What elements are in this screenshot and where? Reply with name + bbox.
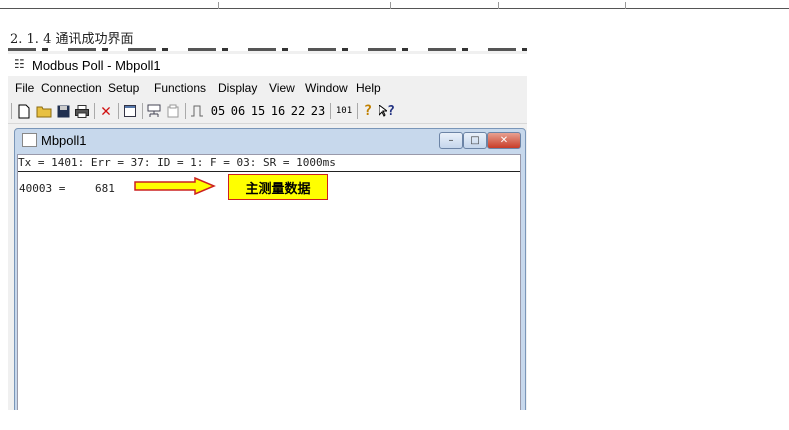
connect-icon[interactable]: [146, 101, 162, 121]
register-address: 40003 =: [19, 182, 66, 195]
maximize-button[interactable]: □: [463, 132, 487, 149]
toolbar-separator: [357, 103, 358, 119]
open-folder-icon[interactable]: [35, 101, 53, 121]
mdi-title: Mbpoll1: [41, 133, 87, 148]
menu-window[interactable]: Window: [305, 81, 348, 95]
modbus-app-icon: ☷: [14, 57, 25, 71]
toolbar-separator: [11, 103, 12, 119]
minimize-button[interactable]: –: [439, 132, 463, 149]
toolbar-separator: [94, 103, 95, 119]
delete-icon[interactable]: ✕: [98, 101, 114, 121]
register-value[interactable]: 681: [95, 182, 115, 195]
window-icon[interactable]: [122, 101, 138, 121]
menu-help[interactable]: Help: [356, 81, 381, 95]
menu-display[interactable]: Display: [218, 81, 257, 95]
function-06-button[interactable]: 06: [229, 101, 247, 121]
disconnect-icon[interactable]: [165, 101, 181, 121]
function-15-button[interactable]: 15: [249, 101, 267, 121]
pulse-icon[interactable]: [189, 101, 205, 121]
context-help-icon[interactable]: ?: [378, 101, 396, 121]
save-icon[interactable]: [55, 101, 71, 121]
mdi-title-bar: Mbpoll1 – □ ✕: [15, 129, 525, 151]
menu-view[interactable]: View: [269, 81, 295, 95]
annotation-label: 主测量数据: [228, 174, 328, 200]
document-icon: [22, 133, 37, 147]
toolbar-separator: [118, 103, 119, 119]
print-icon[interactable]: [74, 101, 90, 121]
menu-bar: File Connection Setup Functions Display …: [8, 78, 527, 98]
menu-connection[interactable]: Connection: [41, 81, 102, 95]
function-16-button[interactable]: 16: [269, 101, 287, 121]
help-icon[interactable]: ?: [360, 101, 376, 121]
menu-functions[interactable]: Functions: [154, 81, 206, 95]
toolbar-separator: [142, 103, 143, 119]
cropped-edge: [8, 48, 527, 51]
toolbar-separator: [185, 103, 186, 119]
menu-setup[interactable]: Setup: [108, 81, 139, 95]
modbus-poll-screenshot: ☷ Modbus Poll - Mbpoll1 File Connection …: [8, 48, 527, 410]
page-top-rule: [0, 2, 789, 9]
status-line: Tx = 1401: Err = 37: ID = 1: F = 03: SR …: [18, 156, 336, 169]
register-101-button[interactable]: 101: [334, 101, 354, 121]
arrow-icon: [134, 177, 216, 195]
app-title: Modbus Poll - Mbpoll1: [32, 58, 161, 73]
rule-tick: [625, 2, 626, 9]
mbpoll1-window[interactable]: Mbpoll1 – □ ✕ Tx = 1401: Err = 37: ID = …: [14, 128, 526, 410]
function-22-button[interactable]: 22: [289, 101, 307, 121]
register-view[interactable]: Tx = 1401: Err = 37: ID = 1: F = 03: SR …: [17, 154, 521, 410]
rule-tick: [218, 2, 219, 9]
function-23-button[interactable]: 23: [309, 101, 327, 121]
app-title-bar: ☷ Modbus Poll - Mbpoll1: [8, 54, 527, 76]
menu-file[interactable]: File: [15, 81, 34, 95]
new-file-icon[interactable]: [16, 101, 32, 121]
rule-tick: [498, 2, 499, 9]
toolbar-separator: [330, 103, 331, 119]
close-button[interactable]: ✕: [487, 132, 521, 149]
function-05-button[interactable]: 05: [209, 101, 227, 121]
status-divider: [18, 171, 520, 172]
section-heading: 2. 1. 4 通讯成功界面: [10, 32, 134, 47]
rule-tick: [390, 2, 391, 9]
toolbar: ✕ 05 06 15 16 22 23 101 ? ?: [8, 99, 527, 124]
context-help-mark: ?: [387, 103, 395, 119]
